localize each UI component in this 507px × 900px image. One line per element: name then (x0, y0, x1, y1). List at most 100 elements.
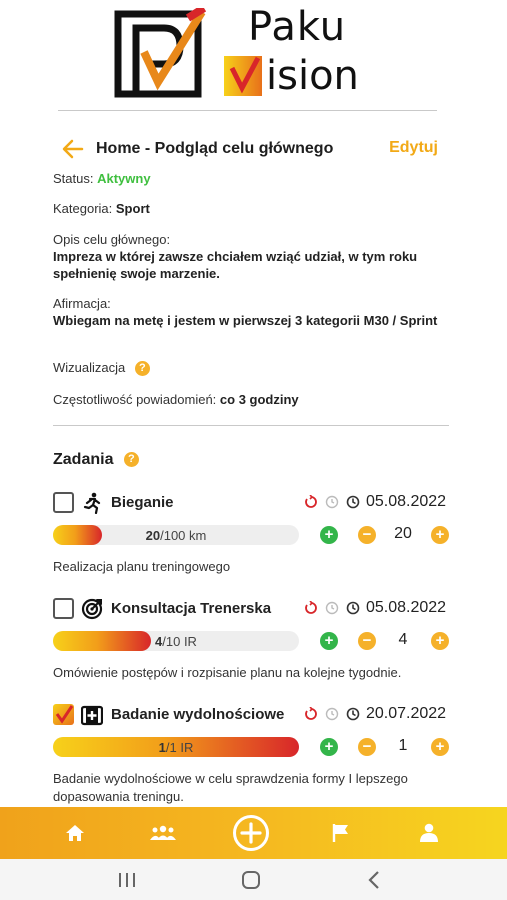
logo-v-badge (224, 56, 262, 96)
app-logo: Paku ision (0, 0, 507, 112)
status-row: Status: Aktywny (53, 171, 151, 186)
task-date: 05.08.2022 (366, 599, 447, 616)
task-checkbox-checked[interactable] (53, 704, 74, 725)
task-description: Omówienie postępów i rozpisanie planu na… (53, 665, 402, 680)
frequency-value: co 3 godziny (219, 392, 299, 407)
progress-label: 4/10 IR (53, 634, 299, 649)
divider (58, 110, 437, 111)
medical-kit-icon (81, 705, 103, 726)
category-row: Kategoria: Sport (53, 201, 150, 216)
task-checkbox[interactable] (53, 492, 74, 513)
progress-total: /1 IR (165, 740, 194, 755)
progress-bar: 4/10 IR (53, 631, 299, 651)
progress-label: 20/100 km (53, 528, 299, 543)
quantity-value[interactable]: 20 (383, 525, 423, 543)
quantity-value[interactable]: 4 (383, 631, 423, 649)
add-progress-button[interactable]: + (320, 632, 338, 650)
add-progress-button[interactable]: + (320, 738, 338, 756)
recurring-icon[interactable] (304, 707, 318, 721)
tasks-title: Zadania (53, 451, 114, 468)
frequency-label: Częstotliwość powiadomień: (53, 392, 217, 407)
task-name: Badanie wydolnościowe (111, 706, 285, 723)
add-circle-icon (233, 815, 269, 851)
affirmation-block: Afirmacja: Wbiegam na metę i jestem w pi… (53, 295, 453, 329)
description-value: Impreza w której zawsze chciałem wziąć u… (53, 249, 418, 281)
task-header: Konsultacja Trenerska 05.08.2022 (53, 597, 451, 621)
history-icon[interactable] (325, 601, 339, 615)
decrement-button[interactable]: − (358, 632, 376, 650)
divider (53, 425, 449, 426)
task-date: 20.07.2022 (366, 705, 447, 722)
category-value: Sport (115, 201, 150, 216)
system-navigation-bar (0, 859, 507, 900)
clock-icon[interactable] (346, 601, 360, 615)
pakuvision-logo-mark (114, 8, 206, 98)
add-progress-button[interactable]: + (320, 526, 338, 544)
task-progress-row: 1/1 IR + − 1 + (53, 735, 451, 759)
task-description: Badanie wydolnościowe w celu sprawdzenia… (53, 771, 408, 804)
recent-apps-icon[interactable] (114, 869, 140, 891)
progress-current: 20 (145, 528, 161, 543)
logo-vision: ision (224, 54, 359, 98)
progress-total: /10 IR (162, 634, 197, 649)
logo-text-ision: ision (266, 53, 359, 99)
task-date: 05.08.2022 (366, 493, 447, 510)
increment-button[interactable]: + (431, 526, 449, 544)
back-arrow-icon[interactable] (62, 139, 84, 159)
tasks-section-title: Zadania ? (53, 451, 139, 469)
runner-icon (83, 492, 101, 514)
visualization-label: Wizualizacja (53, 360, 126, 375)
flag-icon (332, 824, 348, 842)
target-icon (81, 598, 103, 620)
history-icon[interactable] (325, 707, 339, 721)
edit-button[interactable]: Edytuj (389, 139, 438, 157)
increment-button[interactable]: + (431, 632, 449, 650)
nav-home[interactable] (45, 807, 105, 859)
decrement-button[interactable]: − (358, 526, 376, 544)
progress-label: 1/1 IR (53, 740, 299, 755)
recurring-icon[interactable] (304, 601, 318, 615)
category-label: Kategoria: (53, 201, 113, 216)
bottom-navigation (0, 807, 507, 859)
people-icon (150, 825, 176, 840)
task-header: Badanie wydolnościowe 20.07.2022 (53, 703, 451, 727)
progress-total: /100 km (160, 528, 207, 543)
task-progress-row: 4/10 IR + − 4 + (53, 629, 451, 653)
frequency-row: Częstotliwość powiadomień: co 3 godziny (53, 392, 299, 407)
nav-people[interactable] (133, 807, 193, 859)
home-icon (66, 825, 84, 841)
description-block: Opis celu głównego: Impreza w której zaw… (53, 231, 453, 282)
clock-icon[interactable] (346, 495, 360, 509)
page-header: Home - Podgląd celu głównego Edytuj (62, 136, 442, 162)
description-label: Opis celu głównego: (53, 232, 171, 247)
nav-add[interactable] (221, 807, 281, 859)
affirmation-label: Afirmacja: (53, 296, 111, 311)
task-checkbox[interactable] (53, 598, 74, 619)
page-title: Home - Podgląd celu głównego (96, 140, 334, 157)
task-name: Konsultacja Trenerska (111, 600, 272, 617)
status-value: Aktywny (97, 171, 151, 186)
home-system-icon[interactable] (238, 869, 264, 891)
help-icon[interactable]: ? (123, 452, 139, 468)
task-progress-row: 20/100 km + − 20 + (53, 523, 451, 547)
nav-goals[interactable] (311, 807, 371, 859)
affirmation-value: Wbiegam na metę i jestem w pierwszej 3 k… (53, 313, 438, 328)
increment-button[interactable]: + (431, 738, 449, 756)
back-system-icon[interactable] (362, 869, 388, 891)
task-name: Bieganie (111, 494, 174, 511)
history-icon[interactable] (325, 495, 339, 509)
progress-current: 1 (158, 740, 166, 755)
nav-profile[interactable] (399, 807, 459, 859)
progress-bar: 20/100 km (53, 525, 299, 545)
recurring-icon[interactable] (304, 495, 318, 509)
task-header: Bieganie 05.08.2022 (53, 491, 451, 515)
visualization-row: Wizualizacja ? (53, 360, 150, 377)
task-description: Realizacja planu treningowego (53, 559, 231, 574)
profile-icon (420, 823, 438, 842)
help-icon[interactable]: ? (134, 361, 150, 377)
progress-bar: 1/1 IR (53, 737, 299, 757)
quantity-value[interactable]: 1 (383, 737, 423, 755)
decrement-button[interactable]: − (358, 738, 376, 756)
logo-text-paku: Paku (248, 4, 347, 50)
clock-icon[interactable] (346, 707, 360, 721)
